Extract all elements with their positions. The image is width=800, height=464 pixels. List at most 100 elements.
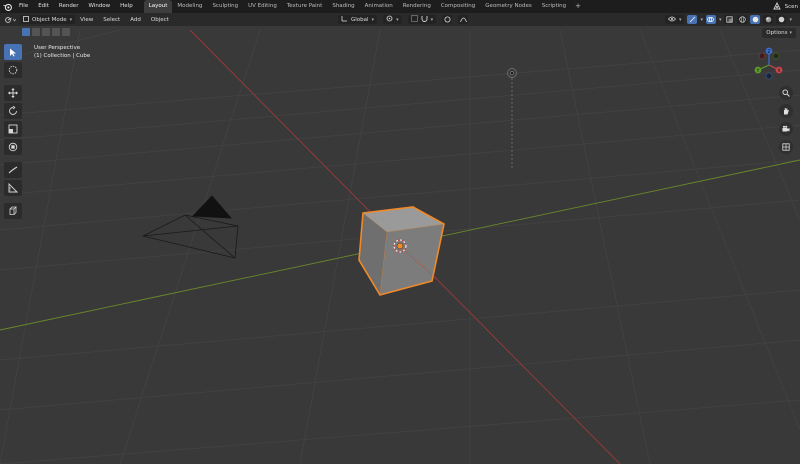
chevron-down-icon: ▾ <box>69 16 73 23</box>
pivot-icon <box>386 15 393 24</box>
select-intersect-button[interactable] <box>62 28 70 36</box>
overlays-toggle-button[interactable] <box>705 15 716 24</box>
wireframe-shading-icon <box>739 16 746 23</box>
annotate-tool[interactable] <box>4 162 22 178</box>
camera-object[interactable] <box>141 195 239 259</box>
visibility-dropdown[interactable]: ▾ <box>664 15 685 24</box>
gizmo-z-label: Z <box>767 49 770 55</box>
menu-select[interactable]: Select <box>98 17 125 23</box>
gizmo-toggle-button[interactable] <box>687 15 698 24</box>
scene-icon <box>772 1 781 12</box>
chevron-down-icon: ▾ <box>789 30 792 36</box>
orientation-label: Global <box>351 16 369 23</box>
tool-shelf <box>4 44 24 219</box>
menu-view[interactable]: View <box>75 17 98 23</box>
rendered-shading-icon <box>778 16 785 23</box>
menu-object[interactable]: Object <box>146 17 174 23</box>
shading-rendered-button[interactable] <box>776 15 787 24</box>
view-name: User Perspective <box>34 45 81 51</box>
menu-render[interactable]: Render <box>54 0 84 13</box>
object-mode-dropdown[interactable]: Object Mode ▾ <box>20 15 76 24</box>
measure-tool[interactable] <box>4 180 22 196</box>
annotate-pencil-icon <box>8 166 18 174</box>
cursor-tool[interactable] <box>4 62 22 78</box>
chevron-down-icon[interactable]: ▾ <box>789 17 792 23</box>
tool-settings-bar <box>0 26 800 38</box>
xray-toggle-button[interactable] <box>724 15 735 24</box>
cube-object[interactable] <box>358 206 445 296</box>
collection-info: (1) Collection | Cube <box>34 53 91 59</box>
header-center-tools: Global ▾ ▾ ▾ <box>338 15 469 24</box>
shading-solid-button[interactable] <box>750 15 761 24</box>
3d-viewport[interactable] <box>0 0 800 464</box>
material-shading-icon <box>765 16 772 23</box>
zoom-button[interactable] <box>779 86 793 100</box>
scale-icon <box>8 124 18 134</box>
pan-button[interactable] <box>779 104 793 118</box>
proportional-editing-icon <box>444 16 451 23</box>
select-extend-button[interactable] <box>32 28 40 36</box>
tab-uv-editing[interactable]: UV Editing <box>243 0 282 13</box>
perspective-toggle-button[interactable] <box>779 140 793 154</box>
menu-file[interactable]: File <box>14 0 33 13</box>
proportional-editing-button[interactable] <box>442 15 453 24</box>
menu-add[interactable]: Add <box>125 17 146 23</box>
camera-icon <box>782 125 790 132</box>
transform-icon <box>8 142 18 152</box>
tab-modeling[interactable]: Modeling <box>172 0 207 13</box>
select-subtract-button[interactable] <box>42 28 50 36</box>
add-workspace-button[interactable]: + <box>571 0 585 13</box>
orientation-icon <box>341 15 348 24</box>
shading-wireframe-button[interactable] <box>737 15 748 24</box>
viewport-header: Object Mode ▾ View Select Add Object Glo… <box>0 13 800 26</box>
workspace-tabs: Layout Modeling Sculpting UV Editing Tex… <box>143 0 585 13</box>
viewport-editor-icon <box>4 16 16 23</box>
tab-shading[interactable]: Shading <box>327 0 359 13</box>
editor-type-selector[interactable] <box>0 13 20 26</box>
chevron-down-icon: ▾ <box>430 16 434 23</box>
pan-hand-icon <box>784 108 789 115</box>
menu-edit[interactable]: Edit <box>33 0 54 13</box>
tab-animation[interactable]: Animation <box>360 0 398 13</box>
options-dropdown[interactable]: Options ▾ <box>762 28 796 38</box>
overlays-icon <box>707 17 715 22</box>
chevron-down-icon: ▾ <box>371 16 375 23</box>
menu-help[interactable]: Help <box>115 0 138 13</box>
tab-rendering[interactable]: Rendering <box>398 0 436 13</box>
chevron-down-icon[interactable]: ▾ <box>700 17 703 23</box>
select-box-tool[interactable] <box>4 44 22 60</box>
pivot-point-dropdown[interactable]: ▾ <box>383 15 402 24</box>
shading-material-button[interactable] <box>763 15 774 24</box>
chevron-down-icon[interactable]: ▾ <box>719 17 722 23</box>
scene-selector[interactable]: Scen <box>772 0 800 13</box>
select-invert-button[interactable] <box>52 28 60 36</box>
select-new-button[interactable] <box>22 28 30 36</box>
tab-layout[interactable]: Layout <box>143 0 173 13</box>
scale-tool[interactable] <box>4 121 22 137</box>
light-object[interactable] <box>507 68 517 171</box>
options-label: Options <box>766 30 788 36</box>
move-icon <box>8 88 18 98</box>
blender-logo-icon[interactable] <box>0 0 14 13</box>
transform-orientation-dropdown[interactable]: Global ▾ <box>338 15 378 24</box>
tab-texture-paint[interactable]: Texture Paint <box>282 0 328 13</box>
rotate-tool[interactable] <box>4 103 22 119</box>
gizmo-icon <box>689 16 696 23</box>
header-right-tools: ▾ ▾ ▾ ▾ <box>664 15 792 24</box>
move-tool[interactable] <box>4 85 22 101</box>
tab-sculpting[interactable]: Sculpting <box>207 0 243 13</box>
zoom-magnifier-icon <box>782 89 790 97</box>
snap-dropdown[interactable]: ▾ <box>407 15 437 24</box>
transform-tool[interactable] <box>4 139 22 155</box>
navigation-gizmo[interactable]: Z Y X <box>749 46 789 82</box>
snap-magnet-icon <box>421 15 428 24</box>
tab-compositing[interactable]: Compositing <box>436 0 480 13</box>
tab-scripting[interactable]: Scripting <box>537 0 571 13</box>
menu-window[interactable]: Window <box>83 0 115 13</box>
add-cube-tool[interactable] <box>4 203 22 219</box>
gizmo-x-label: X <box>777 68 780 74</box>
camera-view-button[interactable] <box>779 122 793 136</box>
tab-geometry-nodes[interactable]: Geometry Nodes <box>480 0 536 13</box>
chevron-down-icon: ▾ <box>678 16 682 23</box>
proportional-falloff-button[interactable] <box>458 15 469 24</box>
